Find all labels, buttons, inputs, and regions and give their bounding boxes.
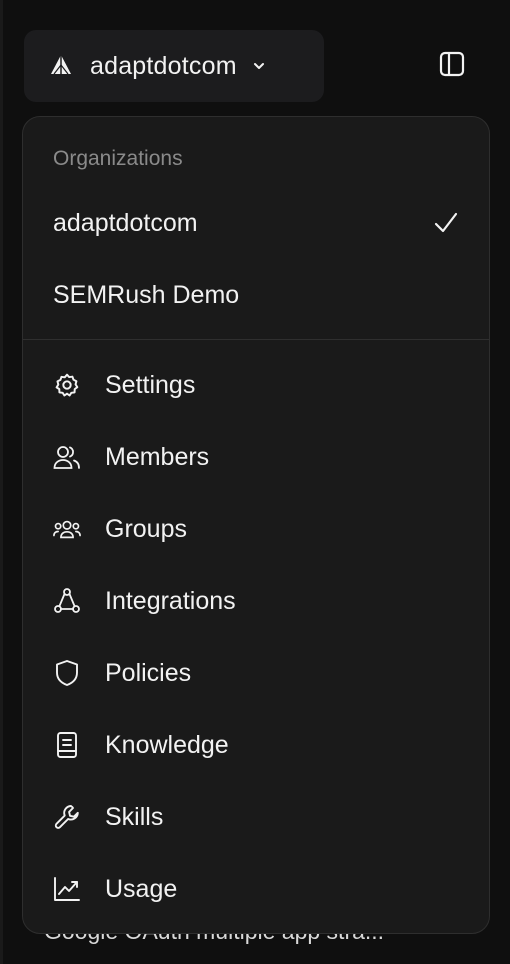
org-dropdown-menu: Organizations adaptdotcom SEMRush Demo S… — [22, 116, 490, 934]
menu-item-integrations[interactable]: Integrations — [23, 569, 489, 633]
menu-item-knowledge[interactable]: Knowledge — [23, 713, 489, 777]
groups-icon — [53, 515, 81, 543]
menu-item-label: Integrations — [105, 586, 236, 615]
current-org-name: adaptdotcom — [90, 51, 237, 80]
menu-item-label: Settings — [105, 370, 196, 399]
menu-item-settings[interactable]: Settings — [23, 353, 489, 417]
sidebar-toggle-button[interactable] — [436, 50, 468, 82]
wrench-icon — [53, 803, 81, 831]
integrations-icon — [53, 587, 81, 615]
organizations-section-label: Organizations — [53, 147, 183, 170]
menu-item-members[interactable]: Members — [23, 425, 489, 489]
org-logo-icon — [48, 53, 74, 79]
org-item-label: adaptdotcom — [53, 208, 198, 237]
menu-item-label: Skills — [105, 802, 164, 831]
shield-icon — [53, 659, 81, 687]
menu-divider — [23, 339, 489, 340]
menu-item-groups[interactable]: Groups — [23, 497, 489, 561]
book-icon — [53, 731, 81, 759]
menu-item-skills[interactable]: Skills — [23, 785, 489, 849]
menu-item-policies[interactable]: Policies — [23, 641, 489, 705]
chart-line-icon — [53, 875, 81, 903]
menu-item-usage[interactable]: Usage — [23, 857, 489, 921]
check-icon — [433, 210, 459, 236]
window-edge — [0, 0, 3, 964]
menu-item-label: Groups — [105, 514, 187, 543]
gear-icon — [53, 371, 81, 399]
users-icon — [53, 443, 81, 471]
menu-item-label: Members — [105, 442, 210, 471]
chevron-down-icon — [251, 57, 269, 75]
org-switcher-button[interactable]: adaptdotcom — [24, 30, 324, 102]
menu-item-label: Knowledge — [105, 730, 229, 759]
org-item-adaptdotcom[interactable]: adaptdotcom — [23, 193, 489, 253]
org-item-semrush-demo[interactable]: SEMRush Demo — [23, 265, 489, 325]
menu-item-label: Usage — [105, 874, 178, 903]
menu-item-label: Policies — [105, 658, 192, 687]
org-item-label: SEMRush Demo — [53, 280, 240, 309]
sidebar-panel-icon — [439, 51, 465, 82]
